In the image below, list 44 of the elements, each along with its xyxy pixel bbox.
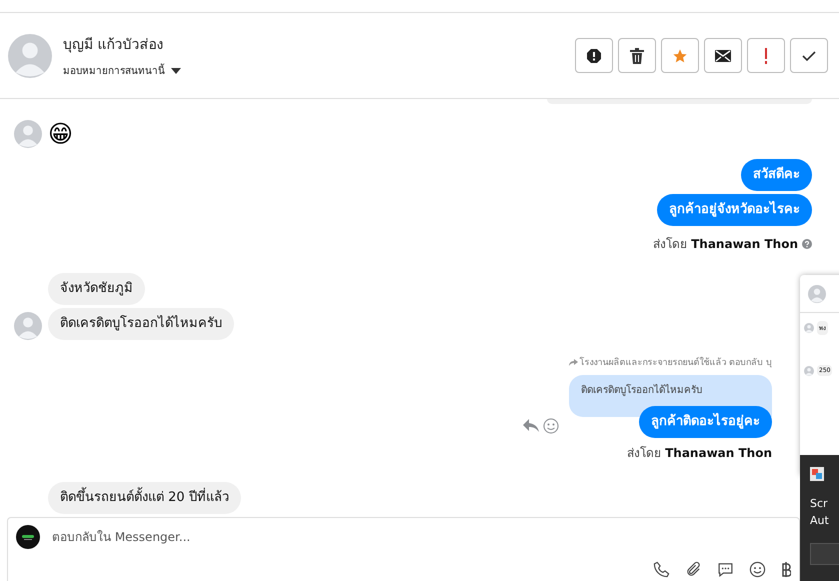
avatar-silhouette (808, 284, 826, 302)
app-icon (810, 467, 824, 481)
message-bubble: ติดเครดิตบูโรออกได้ไหมครับ (48, 308, 234, 340)
assign-dropdown[interactable]: มอบหมายการสนทนานี้ (63, 63, 181, 78)
page-logo-icon (16, 525, 40, 549)
emoji-message: 😁 (48, 119, 74, 149)
sender-name: Thanawan Thon (665, 446, 772, 460)
help-icon[interactable] (802, 238, 812, 248)
speech-bubble-icon[interactable] (717, 561, 734, 578)
message-bubble: ลูกค้าติดอะไรอยู่คะ (639, 406, 772, 438)
smiley-icon[interactable] (749, 561, 766, 578)
contact-name: บุญมี แก้วบัวส่อง (63, 36, 164, 55)
sender-name: Thanawan Thon (691, 236, 798, 250)
alert-icon (586, 48, 602, 64)
delete-button[interactable] (618, 38, 656, 73)
star-button[interactable] (661, 38, 699, 73)
sender-label: ส่งโดย (653, 236, 688, 253)
mail-button[interactable] (704, 38, 742, 73)
exclamation-icon (764, 48, 768, 64)
caret-icon (171, 68, 181, 74)
star-icon (672, 48, 688, 64)
message-input[interactable]: ตอบกลับใน Messenger... (50, 529, 791, 545)
reply-icon[interactable] (523, 419, 539, 433)
avatar-silhouette (8, 34, 52, 78)
avatar-silhouette (804, 366, 814, 376)
avatar-silhouette (804, 323, 814, 333)
notification-text: Aut (810, 514, 830, 527)
envelope-icon (715, 50, 731, 62)
reply-context: โรงงานผลิตและกระจายรถยนต์ใช้แล้ว ตอบกลับ บุ (579, 356, 772, 369)
message-bubble: ติดขึ้นรถยนต์ตั้งแต่ 20 ปีที่แล้ว (48, 482, 241, 514)
done-button[interactable] (790, 38, 828, 73)
trash-icon (630, 48, 644, 64)
checkmark-icon (802, 50, 816, 60)
forward-arrow-icon (569, 358, 578, 366)
notification-text: Scr (810, 497, 829, 510)
phone-icon[interactable] (653, 561, 670, 578)
message-bubble: ลูกค้าอยู่จังหวัดอะไรคะ (657, 194, 812, 226)
sender-label: ส่งโดย (627, 445, 662, 462)
message-bubble: สวัสดีคะ (741, 159, 812, 191)
important-button[interactable] (747, 38, 785, 73)
message-bubble: จังหวัดชัยภูมิ (48, 273, 145, 305)
paperclip-icon[interactable] (685, 561, 702, 578)
baht-icon[interactable] (781, 561, 791, 578)
alert-button[interactable] (575, 38, 613, 73)
